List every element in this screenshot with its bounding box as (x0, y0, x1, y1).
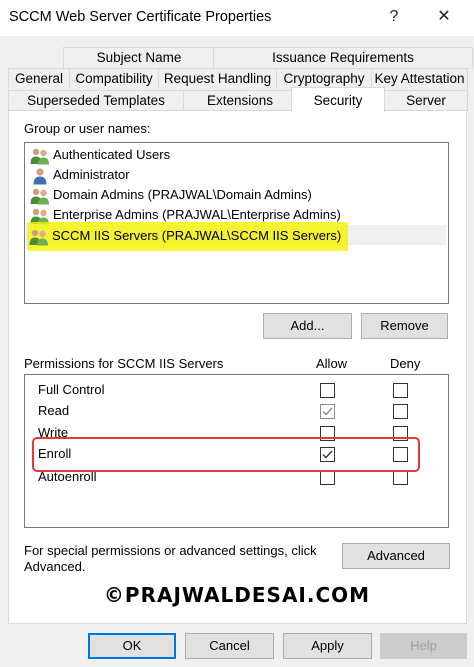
checkmark-icon (322, 407, 333, 416)
user-name: Authenticated Users (53, 147, 171, 162)
permissions-label: Permissions for SCCM IIS Servers (24, 356, 224, 371)
user-name: SCCM IIS Servers (PRAJWAL\SCCM IIS Serve… (52, 228, 342, 243)
selected-user-row[interactable]: SCCM IIS Servers (PRAJWAL\SCCM IIS Serve… (29, 226, 341, 246)
advanced-hint: For special permissions or advanced sett… (24, 543, 317, 574)
advanced-button[interactable]: Advanced (342, 543, 450, 569)
user-name: Domain Admins (PRAJWAL\Domain Admins) (53, 187, 312, 202)
watermark: ©PRAJWALDESAI.COM (103, 583, 371, 607)
help-icon[interactable]: ? (374, 4, 414, 30)
tab-security[interactable]: Security (291, 87, 385, 112)
allow-header: Allow (316, 356, 348, 371)
list-item-administrator[interactable]: Administrator (30, 165, 130, 185)
remove-button[interactable]: Remove (361, 313, 448, 339)
group-icon (30, 147, 50, 165)
perm-read: Read (38, 403, 70, 418)
title-bar: SCCM Web Server Certificate Properties ?… (0, 0, 474, 36)
tab-key-attestation[interactable]: Key Attestation (371, 68, 468, 89)
tab-extensions[interactable]: Extensions (183, 90, 297, 111)
tab-subject-name[interactable]: Subject Name (63, 47, 215, 68)
user-name: Administrator (53, 167, 130, 182)
apply-button[interactable]: Apply (283, 633, 372, 659)
annotation-box (32, 437, 420, 472)
tab-row-1: Subject Name Issuance Requirements (8, 47, 473, 68)
full-control-allow-checkbox[interactable] (320, 383, 335, 398)
autoenroll-deny-checkbox[interactable] (393, 470, 408, 485)
cancel-button[interactable]: Cancel (185, 633, 274, 659)
read-allow-checkbox[interactable] (320, 404, 335, 419)
deny-header: Deny (390, 356, 421, 371)
window-title: SCCM Web Server Certificate Properties (9, 9, 272, 25)
autoenroll-allow-checkbox[interactable] (320, 470, 335, 485)
add-button[interactable]: Add... (263, 313, 352, 339)
tab-server[interactable]: Server (384, 90, 468, 111)
group-icon (29, 228, 49, 246)
tab-superseded-templates[interactable]: Superseded Templates (8, 90, 184, 111)
tab-issuance-requirements[interactable]: Issuance Requirements (213, 47, 473, 68)
tab-compatibility[interactable]: Compatibility (69, 68, 159, 89)
full-control-deny-checkbox[interactable] (393, 383, 408, 398)
close-icon[interactable]: ✕ (424, 4, 464, 30)
read-deny-checkbox[interactable] (393, 404, 408, 419)
user-name: Enterprise Admins (PRAJWAL\Enterprise Ad… (53, 207, 341, 222)
group-icon (30, 187, 50, 205)
tab-row-3: Superseded Templates Extensions Security… (8, 87, 468, 112)
user-icon (30, 167, 50, 185)
group-label: Group or user names: (24, 121, 151, 136)
perm-full-control: Full Control (38, 382, 105, 397)
list-item-authenticated-users[interactable]: Authenticated Users (30, 145, 170, 165)
tab-request-handling[interactable]: Request Handling (158, 68, 277, 89)
list-item-domain-admins[interactable]: Domain Admins (PRAJWAL\Domain Admins) (30, 185, 312, 205)
tab-row-2: General Compatibility Request Handling C… (8, 68, 468, 89)
tab-general[interactable]: General (8, 68, 70, 89)
tab-cryptography[interactable]: Cryptography (276, 68, 372, 89)
ok-button[interactable]: OK (88, 633, 176, 659)
help-button[interactable]: Help (380, 633, 467, 659)
